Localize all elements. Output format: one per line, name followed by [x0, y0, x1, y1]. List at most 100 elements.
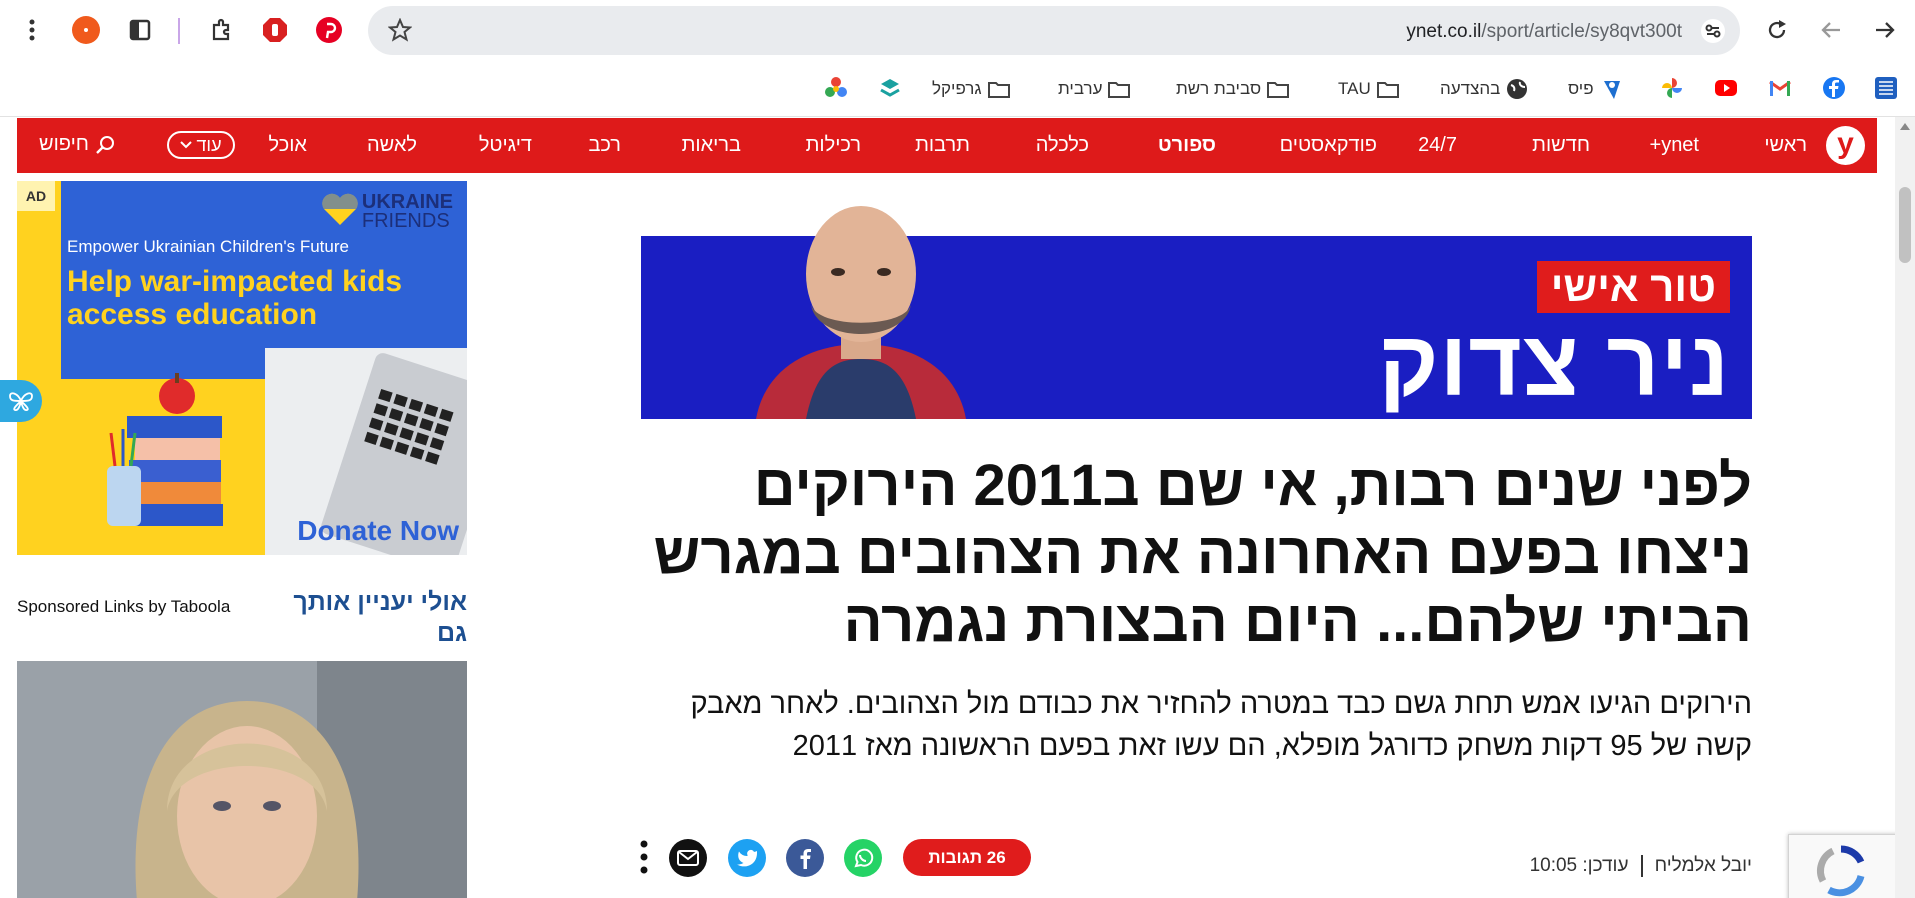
updated-time: עודכן: 10:05	[1529, 855, 1629, 876]
bookmarks-bar: גרפיקל ערבית סביבת רשת TAU בהצדעה פיס	[0, 61, 1915, 117]
nav-item-women[interactable]: לאשה	[367, 134, 417, 157]
folder-icon	[987, 82, 1010, 98]
extensions-puzzle-icon[interactable]	[205, 13, 239, 47]
ad-donate-button[interactable]: Donate Now	[297, 515, 459, 547]
ad-brand-line: FRIENDS	[361, 210, 450, 232]
chevron-down-icon	[180, 141, 193, 149]
article-headline: לפני שנים רבות, אי שם ב2011 הירוקים ניצח…	[653, 453, 1752, 654]
toolbar-divider	[178, 18, 180, 44]
folder-icon	[1267, 82, 1290, 98]
ynet-logo[interactable]: y	[1826, 126, 1865, 165]
pinterest-icon[interactable]	[312, 13, 346, 47]
nav-item-247[interactable]: 24/7	[1418, 134, 1457, 157]
nav-item-cars[interactable]: רכב	[588, 134, 621, 157]
extension-orange-icon[interactable]	[69, 13, 103, 47]
site-settings-icon[interactable]	[1700, 18, 1726, 49]
nav-item-culture[interactable]: תרבות	[915, 134, 970, 157]
whatsapp-share-icon[interactable]	[844, 839, 882, 877]
scrollbar-thumb[interactable]	[1899, 187, 1911, 263]
bookmark-star-icon[interactable]	[387, 17, 413, 47]
nav-item-home[interactable]: ראשי	[1764, 134, 1807, 157]
ukraine-heart-icon	[322, 193, 358, 225]
teal-app-icon[interactable]	[878, 76, 902, 100]
nav-item-economy[interactable]: כלכלה	[1036, 134, 1089, 157]
columnist-photo	[756, 206, 966, 419]
forward-arrow-icon[interactable]	[1868, 13, 1902, 47]
nav-item-ynet-plus[interactable]: ynet+	[1650, 134, 1700, 157]
more-options-icon[interactable]	[640, 839, 648, 875]
site-navbar: y ראשי ynet+ חדשות 24/7 פודקאסטים ספורט …	[17, 118, 1877, 173]
nav-item-news[interactable]: חדשות	[1532, 134, 1590, 157]
nav-more-button[interactable]: עוד	[167, 131, 235, 159]
folder-icon	[1108, 82, 1131, 98]
taboola-heading: אולי יעניין אותך גם	[293, 588, 467, 647]
byline-separator	[1640, 855, 1643, 877]
nav-search-label: חיפוש	[39, 133, 89, 155]
ad-brand-logo: UKRAINE FRIENDS	[361, 192, 453, 232]
blue-grid-app-icon[interactable]	[1874, 76, 1898, 100]
bookmark-label: TAU	[1338, 79, 1371, 98]
bookmark-label: גרפיקל	[932, 79, 982, 98]
url-text: ynet.co.il/sport/article/sy8qvt300t	[1406, 21, 1682, 42]
columnist-banner[interactable]: טור אישי ניר צדוק	[641, 206, 1752, 419]
bookmark-pais[interactable]: פיס	[1568, 75, 1624, 103]
nav-more-label: עוד	[196, 134, 222, 155]
bookmark-graphical[interactable]: גרפיקל	[932, 75, 1010, 103]
nav-item-food[interactable]: אוכל	[269, 134, 307, 157]
kebab-menu-icon[interactable]	[15, 13, 49, 47]
bookmark-network-env[interactable]: סביבת רשת	[1176, 75, 1290, 103]
browser-toolbar: ynet.co.il/sport/article/sy8qvt300t	[0, 0, 1915, 61]
bookmark-tau[interactable]: TAU	[1338, 75, 1399, 103]
ad-decoration	[17, 181, 61, 555]
recaptcha-badge[interactable]	[1788, 834, 1895, 898]
address-bar[interactable]: ynet.co.il/sport/article/sy8qvt300t	[368, 6, 1740, 55]
nav-item-digital[interactable]: דיגיטל	[479, 134, 532, 157]
ad-badge: AD	[17, 181, 55, 211]
comments-button[interactable]: 26 תגובות	[903, 839, 1031, 876]
web-page: y ראשי ynet+ חדשות 24/7 פודקאסטים ספורט …	[0, 117, 1895, 898]
ad-books-image	[107, 373, 223, 526]
bookmark-salute[interactable]: בהצדעה	[1440, 75, 1528, 103]
butterfly-icon	[9, 392, 33, 412]
nav-item-gossip[interactable]: רכילות	[806, 134, 861, 157]
back-arrow-icon[interactable]	[1814, 13, 1848, 47]
article-byline: יובל אלמליח עודכן: 10:05	[1530, 855, 1752, 877]
search-icon	[96, 135, 114, 154]
twitter-share-icon[interactable]	[728, 839, 766, 877]
scroll-up-arrow-icon[interactable]	[1900, 123, 1910, 130]
taboola-sponsored-label[interactable]: Sponsored Links by Taboola	[17, 597, 230, 617]
email-share-icon[interactable]	[669, 839, 707, 877]
taboola-thumbnail[interactable]	[17, 661, 467, 898]
article-subtitle: הירוקים הגיעו אמש תחת גשם כבד במטרה להחז…	[690, 688, 1752, 762]
recaptcha-icon	[1817, 845, 1865, 897]
author-name[interactable]: יובל אלמליח	[1655, 855, 1752, 877]
gmail-icon[interactable]	[1768, 76, 1792, 100]
ad-banner[interactable]: AD UKRAINE FRIENDS Empower Ukrainian Chi…	[17, 181, 467, 555]
facebook-icon[interactable]	[1822, 76, 1846, 100]
pais-icon	[1603, 81, 1620, 99]
reload-icon[interactable]	[1760, 13, 1794, 47]
bookmark-label: סביבת רשת	[1176, 79, 1262, 98]
columnist-name: ניר צדוק	[1378, 313, 1730, 415]
facebook-share-icon[interactable]	[786, 839, 824, 877]
bookmark-arabic[interactable]: ערבית	[1058, 75, 1131, 103]
column-tag: טור אישי	[1536, 261, 1730, 313]
globe-icon	[1507, 79, 1528, 99]
side-panel-icon[interactable]	[123, 13, 157, 47]
nav-item-podcasts[interactable]: פודקאסטים	[1280, 134, 1377, 157]
folder-icon	[1376, 82, 1399, 98]
bookmark-label: פיס	[1568, 79, 1594, 98]
ad-headline: Help war-impacted kids access education	[67, 265, 403, 331]
ad-tagline: Empower Ukrainian Children's Future	[67, 237, 349, 256]
nav-search-button[interactable]: חיפוש	[39, 133, 115, 156]
page-scrollbar[interactable]	[1895, 117, 1915, 898]
butterfly-side-tab[interactable]	[0, 380, 42, 422]
bookmark-label: בהצדעה	[1440, 79, 1501, 98]
colorful-app-icon[interactable]	[824, 76, 848, 100]
nav-item-sport[interactable]: ספורט	[1158, 134, 1216, 157]
bookmark-label: ערבית	[1058, 79, 1103, 98]
pinwheel-app-icon[interactable]	[1660, 76, 1684, 100]
stop-hand-icon[interactable]	[258, 13, 292, 47]
nav-item-health[interactable]: בריאות	[682, 134, 741, 157]
youtube-icon[interactable]	[1714, 76, 1738, 100]
